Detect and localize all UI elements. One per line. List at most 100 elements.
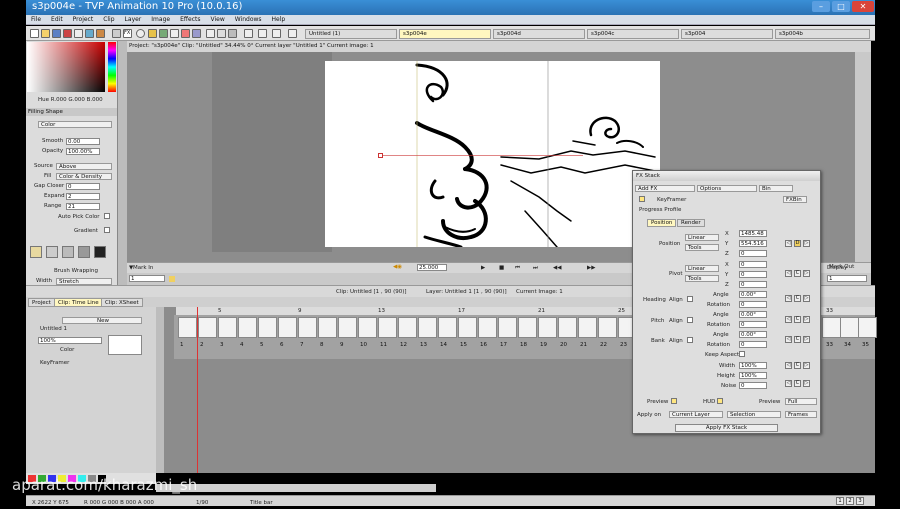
- minimize-button[interactable]: –: [812, 1, 830, 12]
- position-interp-select[interactable]: Linear: [685, 234, 719, 241]
- options-select[interactable]: Options: [697, 185, 757, 192]
- maximize-button[interactable]: □: [832, 1, 850, 12]
- menu-effects[interactable]: Effects: [175, 15, 205, 25]
- apply-selection-select[interactable]: Selection: [727, 411, 781, 418]
- next-frame-icon[interactable]: ▶▶: [587, 265, 595, 271]
- frame-thumbnail[interactable]: [822, 317, 841, 338]
- record-icon[interactable]: [63, 29, 72, 38]
- menu-view[interactable]: View: [205, 15, 229, 25]
- new-icon[interactable]: [30, 29, 39, 38]
- panel-scrollbar[interactable]: [118, 41, 127, 285]
- brush-icon[interactable]: [192, 29, 201, 38]
- pitch-rotation-field[interactable]: 0: [739, 321, 767, 328]
- page-1-button[interactable]: 1: [836, 497, 844, 505]
- tab-s3p004b[interactable]: s3p004b: [775, 29, 870, 39]
- gradient-preset-2[interactable]: [46, 246, 58, 258]
- end-frame-field[interactable]: 1: [827, 275, 867, 282]
- height-field[interactable]: 100%: [739, 372, 767, 379]
- tab-s3p004d[interactable]: s3p004d: [493, 29, 585, 39]
- heading-next-button[interactable]: ▷: [803, 295, 810, 302]
- right-scrollbar[interactable]: [855, 52, 871, 274]
- scrub-handle[interactable]: [169, 276, 175, 282]
- pivot-tools-select[interactable]: Tools: [685, 275, 719, 282]
- frame-thumbnail[interactable]: [218, 317, 237, 338]
- frame-thumbnail[interactable]: [458, 317, 477, 338]
- frame-thumbnail[interactable]: [178, 317, 197, 338]
- tab-s3p004e[interactable]: s3p004e: [399, 29, 491, 39]
- heading-align-checkbox[interactable]: [687, 296, 693, 302]
- save-icon[interactable]: [52, 29, 61, 38]
- bulb-icon[interactable]: [170, 29, 179, 38]
- keyframe-d-button[interactable]: D: [794, 240, 801, 247]
- bank-next-button[interactable]: ▷: [803, 336, 810, 343]
- progress-profile[interactable]: Progress Profile: [639, 207, 681, 213]
- menu-layer[interactable]: Layer: [120, 15, 147, 25]
- smooth-field[interactable]: 0.00: [66, 138, 100, 145]
- apply-frames-select[interactable]: Frames: [785, 411, 817, 418]
- pivot-prev-button[interactable]: ◁: [785, 270, 792, 277]
- bank-rotation-field[interactable]: 0: [739, 341, 767, 348]
- grid-icon[interactable]: [206, 29, 215, 38]
- range-field[interactable]: 21: [66, 203, 100, 210]
- frame-thumbnail[interactable]: [258, 317, 277, 338]
- hud-checkbox[interactable]: [717, 398, 723, 404]
- z-field[interactable]: 0: [739, 250, 767, 257]
- grid4-icon[interactable]: [272, 29, 281, 38]
- size-c-button[interactable]: C: [794, 362, 801, 369]
- preview-quality-select[interactable]: Full: [785, 398, 817, 405]
- heading-angle-field[interactable]: 0.00°: [739, 291, 767, 298]
- bin-select[interactable]: Bin: [759, 185, 793, 192]
- keyframer-track-label[interactable]: KeyFramer: [40, 360, 69, 366]
- frame-thumbnail[interactable]: [378, 317, 397, 338]
- frame-thumbnail[interactable]: [840, 317, 859, 338]
- y-field[interactable]: 554.516: [739, 240, 767, 247]
- tab-project[interactable]: Project: [28, 298, 55, 307]
- frame-thumbnail[interactable]: [438, 317, 457, 338]
- add-fx-select[interactable]: Add FX: [635, 185, 695, 192]
- tab-clip-timeline[interactable]: Clip: Time Line: [54, 298, 103, 307]
- menu-file[interactable]: File: [26, 15, 46, 25]
- layer-blend-mode[interactable]: Color: [60, 347, 74, 353]
- frame-thumbnail[interactable]: [418, 317, 437, 338]
- apply-fx-stack-button[interactable]: Apply FX Stack: [675, 424, 778, 432]
- mark-out-label[interactable]: Mark Out: [829, 264, 854, 270]
- apply-layer-select[interactable]: Current Layer: [669, 411, 723, 418]
- grid3-icon[interactable]: [258, 29, 267, 38]
- pivot-z-field[interactable]: 0: [739, 281, 767, 288]
- width-select[interactable]: Stretch: [56, 278, 112, 285]
- menu-help[interactable]: Help: [267, 15, 291, 25]
- menu-image[interactable]: Image: [146, 15, 175, 25]
- fill-mode-select[interactable]: Color: [38, 121, 112, 128]
- size-next-button[interactable]: ▷: [803, 362, 810, 369]
- frame-thumbnail[interactable]: [298, 317, 317, 338]
- pivot-c-button[interactable]: C: [794, 270, 801, 277]
- pivot-interp-select[interactable]: Linear: [685, 265, 719, 272]
- x-field[interactable]: 1485.48: [739, 230, 767, 237]
- page-3-button[interactable]: 3: [856, 497, 864, 505]
- tab-render[interactable]: Render: [677, 219, 705, 227]
- frame-thumbnail[interactable]: [198, 317, 217, 338]
- position-tools-select[interactable]: Tools: [685, 244, 719, 251]
- mark-in-label[interactable]: Mark In: [133, 265, 153, 271]
- menu-edit[interactable]: Edit: [46, 15, 68, 25]
- pitch-c-button[interactable]: C: [794, 316, 801, 323]
- shape-icon[interactable]: [181, 29, 190, 38]
- film-icon[interactable]: [228, 29, 237, 38]
- noise-c-button[interactable]: C: [794, 380, 801, 387]
- gradient-preset-5[interactable]: [94, 246, 106, 258]
- first-frame-icon[interactable]: ⏮: [515, 265, 520, 272]
- size-prev-button[interactable]: ◁: [785, 362, 792, 369]
- noise-next-button[interactable]: ▷: [803, 380, 810, 387]
- search-icon[interactable]: [136, 29, 145, 38]
- frame-thumbnail[interactable]: [278, 317, 297, 338]
- view-icon[interactable]: [288, 29, 297, 38]
- menu-clip[interactable]: Clip: [98, 15, 119, 25]
- frame-thumbnail[interactable]: [598, 317, 617, 338]
- fx-icon[interactable]: FX: [123, 29, 132, 38]
- page-2-button[interactable]: 2: [846, 497, 854, 505]
- layer-opacity[interactable]: 100%: [38, 337, 102, 344]
- layer-name[interactable]: Untitled 1: [40, 326, 67, 332]
- frame-thumbnail[interactable]: [358, 317, 377, 338]
- color-picker[interactable]: [27, 42, 105, 92]
- play-icon[interactable]: ▶: [481, 265, 485, 271]
